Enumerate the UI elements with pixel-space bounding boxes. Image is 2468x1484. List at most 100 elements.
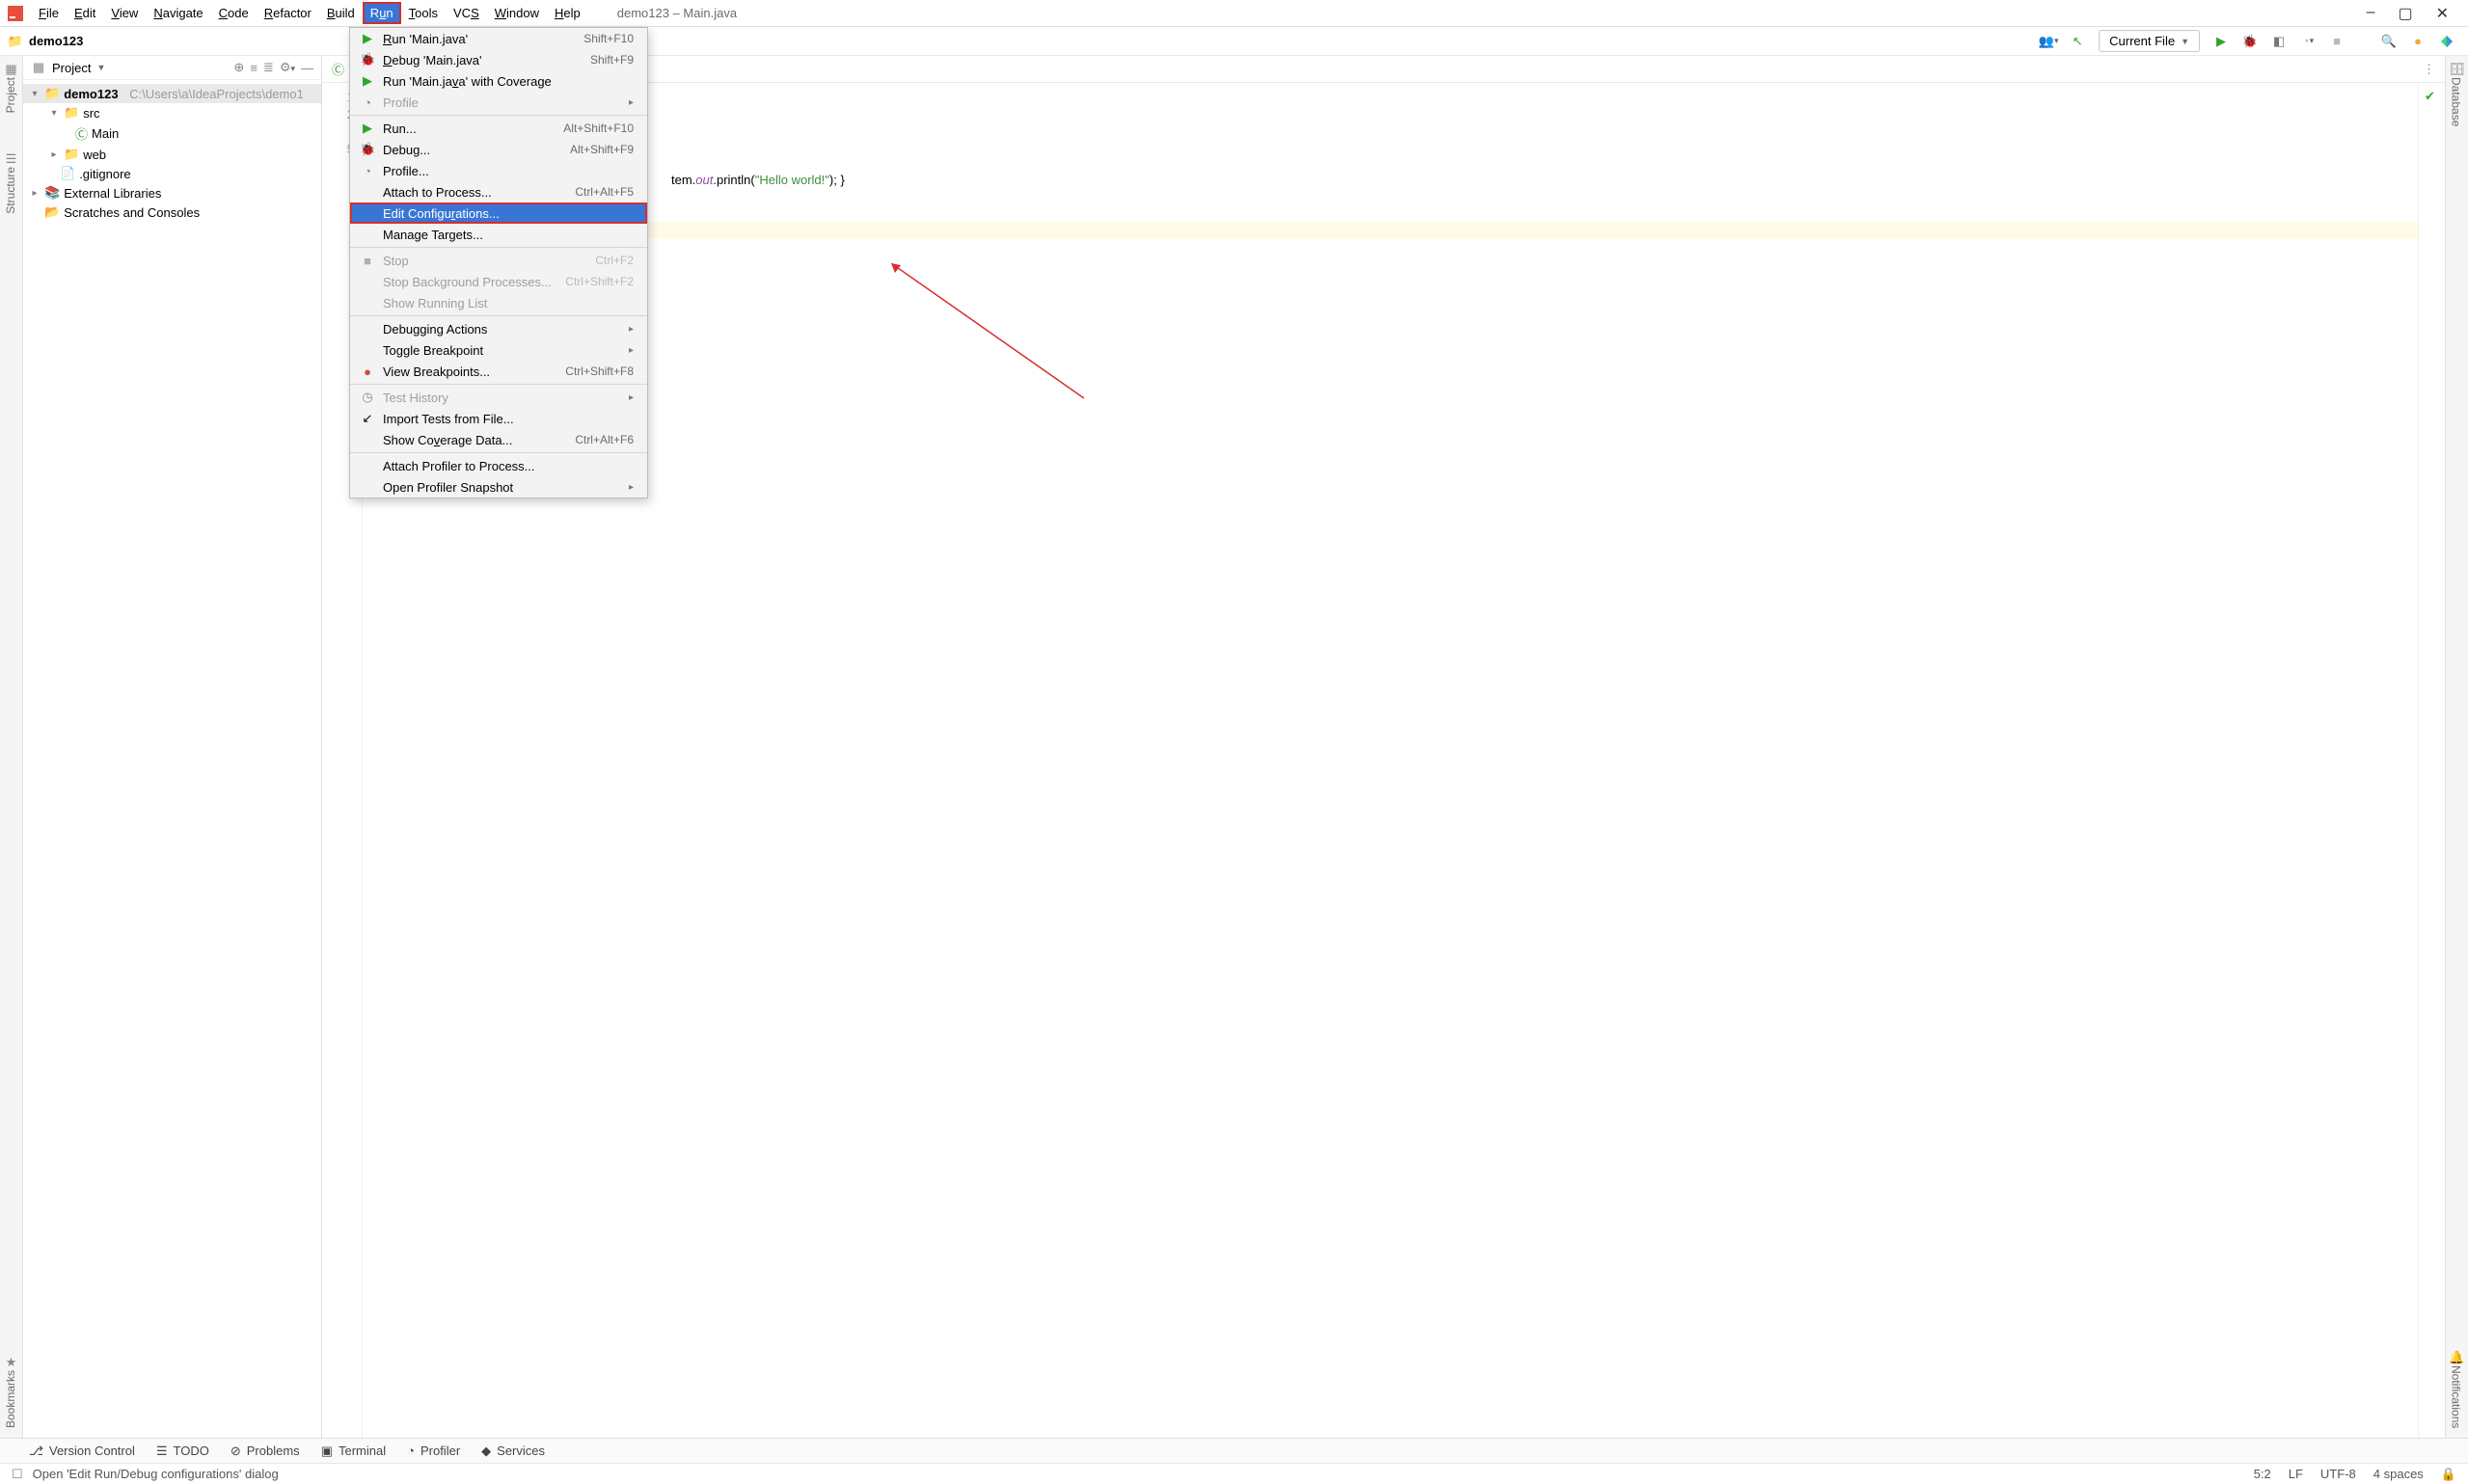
run-menu-item-label: Toggle Breakpoint (383, 343, 621, 358)
run-menu-item-shortcut: Alt+Shift+F10 (563, 121, 634, 135)
quick-actions-icon[interactable]: ☐ (12, 1467, 23, 1482)
run-menu-item-shortcut: Alt+Shift+F9 (570, 143, 634, 156)
run-config-label: Current File (2109, 34, 2175, 48)
jetbrains-icon[interactable] (2439, 34, 2454, 49)
run-menu-item[interactable]: ▶Run...Alt+Shift+F10 (350, 118, 647, 139)
editor-area: Ⓒ Main ⋮ 1▶ 2▶ 5 p tem.out.println("Hell… (322, 56, 2445, 1438)
run-menu-item[interactable]: ▶Run 'Main.java'Shift+F10 (350, 28, 647, 49)
menu-help[interactable]: Help (547, 2, 588, 24)
run-menu-item[interactable]: Toggle Breakpoint▸ (350, 339, 647, 361)
tool-profiler[interactable]: ◔Profiler (407, 1444, 460, 1458)
menu-vcs[interactable]: VCS (446, 2, 487, 24)
tool-version-control[interactable]: ⎇Version Control (29, 1444, 135, 1459)
window-maximize-button[interactable]: ▢ (2398, 4, 2412, 23)
status-position[interactable]: 5:2 (2254, 1467, 2271, 1482)
run-menu-item[interactable]: Attach to Process...Ctrl+Alt+F5 (350, 181, 647, 202)
build-hammer-icon[interactable]: ↖ (2070, 34, 2085, 49)
run-menu-item[interactable]: Open Profiler Snapshot▸ (350, 476, 647, 498)
target-icon[interactable]: ⊕ (233, 60, 244, 75)
editor-tab-menu-icon[interactable]: ⋮ (2423, 62, 2445, 77)
run-menu-item-label: Test History (383, 391, 621, 405)
rail-project[interactable]: ▦ Project (4, 62, 19, 113)
tool-problems[interactable]: ⊘Problems (231, 1444, 300, 1459)
stop-icon[interactable]: ■ (2329, 34, 2345, 49)
menu-navigate[interactable]: Navigate (146, 2, 210, 24)
users-icon[interactable]: 👥▾ (2041, 34, 2056, 49)
debug-green-menu-icon: 🐞 (360, 142, 375, 157)
window-minimize-button[interactable]: – (2367, 4, 2375, 23)
tree-web[interactable]: ▸📁 web (23, 145, 321, 164)
run-menu-item[interactable]: Debugging Actions▸ (350, 318, 647, 339)
menu-view[interactable]: View (103, 2, 146, 24)
menu-refactor[interactable]: Refactor (257, 2, 319, 24)
run-menu-item[interactable]: 🐞Debug 'Main.java'Shift+F9 (350, 49, 647, 70)
bp-red-menu-icon: ● (360, 364, 375, 379)
coverage-icon[interactable]: ◧ (2271, 34, 2287, 49)
run-menu-item[interactable]: Attach Profiler to Process... (350, 455, 647, 476)
rail-database[interactable]: 🗄 Database (2450, 62, 2465, 126)
debug-button-icon[interactable]: 🐞 (2242, 34, 2258, 49)
main-area: ▦ Project ☰ Structure ★ Bookmarks ▦ Proj… (0, 56, 2468, 1438)
menu-window[interactable]: Window (487, 2, 547, 24)
tree-gitignore[interactable]: 📄 .gitignore (23, 164, 321, 183)
rail-notifications[interactable]: 🔔 Notifications (2450, 1350, 2465, 1428)
editor-marks-gutter: ✔ (2418, 83, 2445, 1438)
settings-icon[interactable]: ⚙▾ (280, 60, 295, 75)
tool-todo[interactable]: ☰TODO (156, 1444, 209, 1459)
submenu-arrow-icon: ▸ (629, 392, 634, 403)
project-panel-header: ▦ Project ▼ ⊕ ≡ ≣ ⚙▾ — (23, 56, 321, 80)
tree-src[interactable]: ▾📁 src (23, 103, 321, 122)
project-tree[interactable]: ▾📁 demo123 C:\Users\a\IdeaProjects\demo1… (23, 80, 321, 226)
hide-icon[interactable]: — (301, 61, 313, 75)
tool-services[interactable]: ◆Services (481, 1444, 545, 1459)
tree-scratches[interactable]: 📂 Scratches and Consoles (23, 202, 321, 222)
bookmarks-rail-icon: ★ (4, 1355, 19, 1370)
chevron-down-icon[interactable]: ▼ (96, 63, 105, 72)
menu-run[interactable]: Run (363, 2, 401, 24)
menu-edit[interactable]: Edit (67, 2, 103, 24)
expand-icon[interactable]: ≡ (250, 61, 258, 75)
run-menu-item[interactable]: ◔Profile... (350, 160, 647, 181)
project-view-icon[interactable]: ▦ (31, 60, 46, 75)
run-menu-item[interactable]: ●View Breakpoints...Ctrl+Shift+F8 (350, 361, 647, 382)
profiler-icon[interactable]: ◔▾ (2300, 34, 2316, 49)
status-lock-icon[interactable]: 🔒 (2441, 1467, 2456, 1482)
run-menu-item[interactable]: ▶Run 'Main.java' with Coverage (350, 70, 647, 92)
ide-update-icon[interactable]: ● (2410, 34, 2426, 49)
nav-project-name[interactable]: demo123 (29, 34, 83, 48)
run-menu-item[interactable]: Edit Configurations... (350, 202, 647, 224)
menu-file[interactable]: File (31, 2, 67, 24)
structure-rail-icon: ☰ (4, 151, 19, 167)
status-encoding[interactable]: UTF-8 (2320, 1467, 2356, 1482)
run-menu-item[interactable]: ↙Import Tests from File... (350, 408, 647, 429)
run-menu-item-shortcut: Ctrl+Shift+F8 (565, 364, 634, 378)
tool-terminal[interactable]: ▣Terminal (321, 1444, 386, 1459)
rail-bookmarks[interactable]: ★ Bookmarks (4, 1355, 19, 1428)
collapse-icon[interactable]: ≣ (263, 60, 274, 75)
status-indent[interactable]: 4 spaces (2373, 1467, 2424, 1482)
menu-tools[interactable]: Tools (401, 2, 446, 24)
run-config-selector[interactable]: Current File ▼ (2099, 30, 2200, 52)
run-menu-item-label: Profile... (383, 164, 634, 178)
run-menu-item[interactable]: Manage Targets... (350, 224, 647, 245)
run-menu-item-label: Debugging Actions (383, 322, 621, 337)
run-button-icon[interactable]: ▶ (2213, 34, 2229, 49)
tree-external-libs[interactable]: ▸📚 External Libraries (23, 183, 321, 202)
editor-code[interactable]: p tem.out.println("Hello world!"); } } (363, 83, 2418, 1438)
run-menu-item-label: Manage Targets... (383, 228, 634, 242)
inspection-ok-icon[interactable]: ✔ (2419, 83, 2445, 110)
project-rail-icon: ▦ (4, 62, 19, 77)
menu-build[interactable]: Build (319, 2, 363, 24)
status-line-sep[interactable]: LF (2289, 1467, 2303, 1482)
prof-gray-menu-icon: ◔ (360, 95, 375, 110)
tree-web-label: web (83, 148, 106, 162)
run-menu-item[interactable]: 🐞Debug...Alt+Shift+F9 (350, 139, 647, 160)
search-icon[interactable]: 🔍 (2381, 34, 2397, 49)
java-class-icon: Ⓒ (332, 60, 344, 78)
tree-root[interactable]: ▾📁 demo123 C:\Users\a\IdeaProjects\demo1 (23, 84, 321, 103)
menu-code[interactable]: Code (211, 2, 257, 24)
tree-main[interactable]: Ⓒ Main (23, 122, 321, 145)
run-menu-item[interactable]: Show Coverage Data...Ctrl+Alt+F6 (350, 429, 647, 450)
window-close-button[interactable]: ✕ (2436, 4, 2449, 23)
rail-structure[interactable]: ☰ Structure (4, 151, 19, 214)
